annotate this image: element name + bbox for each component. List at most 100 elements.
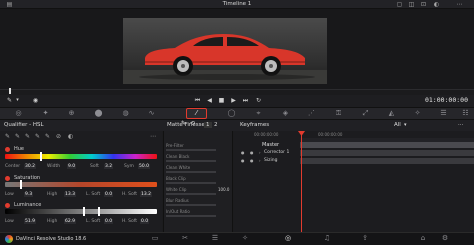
fairlight-page-icon[interactable]: ♫ — [322, 234, 332, 243]
deliver-page-icon[interactable]: ⇪ — [360, 234, 370, 243]
play-reverse-icon[interactable]: ◀ — [205, 96, 214, 105]
clip-icon[interactable]: ⊡ — [420, 1, 427, 8]
color-wheels-icon[interactable]: ⊕ — [66, 109, 77, 118]
feather-minus-icon[interactable]: ✎ — [35, 133, 40, 140]
loop-icon[interactable]: ↻ — [254, 96, 263, 105]
luminance-high-value[interactable]: 62.9 — [64, 219, 77, 224]
invert-icon[interactable]: ⊘ — [56, 133, 61, 140]
expand-chevron-icon[interactable]: › — [259, 150, 261, 155]
saturation-range-bar[interactable] — [5, 182, 157, 187]
qualifier-eyedropper-button[interactable]: ⁄ — [186, 108, 207, 119]
master-keyframe-track[interactable] — [300, 142, 474, 148]
matte-page-2[interactable]: 2 — [214, 122, 218, 128]
hue-enable-dot[interactable] — [5, 147, 10, 152]
skip-back-icon[interactable]: ⏮ — [193, 96, 202, 105]
skip-forward-icon[interactable]: ⏭ — [241, 96, 250, 105]
viewer-layout-icon[interactable]: ▤ — [6, 1, 13, 8]
keyframes-filter[interactable]: All — [394, 122, 401, 128]
keyframe-playhead[interactable] — [301, 132, 302, 232]
home-icon[interactable]: ⌂ — [418, 234, 428, 243]
keyframe-row-master[interactable]: Master — [262, 142, 279, 148]
matte-param-slider[interactable] — [166, 149, 216, 151]
saturation-high-value[interactable]: 13.3 — [64, 192, 77, 197]
play-icon[interactable]: ▶ — [229, 96, 238, 105]
hue-sym-value[interactable]: 50.0 — [138, 164, 151, 169]
luminance-lsoft-value[interactable]: 0.0 — [104, 219, 114, 224]
keyframe-row-sizing[interactable]: Sizing — [264, 158, 277, 163]
color-match-icon[interactable]: ✦ — [40, 109, 51, 118]
matte-param-slider[interactable] — [166, 193, 216, 195]
sizing-keyframe-track[interactable] — [300, 158, 474, 164]
hue-soft-value[interactable]: 3.2 — [104, 164, 114, 169]
keyframe-row-corrector[interactable]: Corrector 1 — [264, 150, 289, 155]
row-dot-icon[interactable]: ● — [250, 158, 254, 163]
saturation-lsoft-value[interactable]: 0.0 — [104, 192, 114, 197]
hue-width-value[interactable]: 9.0 — [67, 164, 77, 169]
stop-icon[interactable]: ■ — [217, 96, 226, 105]
viewer-toggle-icon[interactable]: ◉ — [31, 96, 40, 105]
feather-plus-icon[interactable]: ✎ — [45, 133, 50, 140]
matte-param-slider[interactable] — [166, 182, 216, 184]
row-dot-icon[interactable]: ● — [241, 158, 245, 163]
info-icon[interactable]: ☷ — [460, 109, 471, 118]
row-dot-icon[interactable]: ● — [250, 150, 254, 155]
hue-range-bar[interactable] — [5, 154, 157, 159]
luminance-enable-dot[interactable] — [5, 203, 10, 208]
key-icon[interactable]: ⚿ — [333, 109, 344, 118]
curves-icon[interactable]: ∿ — [146, 109, 157, 118]
blur-icon[interactable]: ⋰ — [306, 109, 317, 118]
matte-param-slider[interactable] — [166, 160, 216, 162]
hue-center-value[interactable]: 30.2 — [24, 164, 37, 169]
media-page-icon[interactable]: ▭ — [150, 234, 160, 243]
hue-range-handle[interactable] — [40, 152, 42, 161]
keyframes-options-icon[interactable]: ⋯ — [458, 122, 464, 128]
luminance-low-value[interactable]: 51.9 — [24, 219, 37, 224]
primaries-bars-icon[interactable]: ⬤ — [93, 109, 104, 118]
picker-icon[interactable]: ✎ — [5, 133, 10, 140]
scopes-icon[interactable]: ☰ — [438, 109, 449, 118]
matte-param-slider[interactable] — [166, 215, 216, 217]
sizing-icon[interactable]: ⤢ — [360, 109, 371, 118]
window-icon[interactable]: ◯ — [226, 109, 237, 118]
viewer-frame[interactable] — [123, 18, 327, 84]
qualifier-options-icon[interactable]: ⋯ — [150, 133, 156, 140]
luminance-hsoft-value[interactable]: 0.0 — [140, 219, 150, 224]
3d-icon[interactable]: ◭ — [386, 109, 397, 118]
saturation-low-handle[interactable] — [20, 180, 22, 189]
saturation-hsoft-value[interactable]: 13.2 — [140, 192, 153, 197]
matte-param-slider[interactable] — [166, 204, 216, 206]
luminance-low-handle[interactable] — [83, 207, 85, 216]
picker-plus-icon[interactable]: ✎ — [25, 133, 30, 140]
magic-mask-icon[interactable]: ◈ — [280, 109, 291, 118]
saturation-low-value[interactable]: 9.3 — [24, 192, 34, 197]
effects-icon[interactable]: ✧ — [412, 109, 423, 118]
scrub-playhead[interactable] — [9, 88, 11, 94]
row-dot-icon[interactable]: ● — [241, 150, 245, 155]
saturation-enable-dot[interactable] — [5, 176, 10, 181]
picker-tool-icon[interactable]: ✎ — [181, 120, 186, 127]
tool-dropdown-icon[interactable]: ▾ — [13, 96, 22, 105]
matte-param-slider[interactable] — [166, 171, 216, 173]
luminance-range-bar[interactable] — [5, 209, 157, 214]
matte-param-value[interactable]: 100.0 — [218, 187, 229, 192]
camera-raw-icon[interactable]: ◎ — [13, 109, 24, 118]
more-options-icon[interactable]: ⋯ — [456, 1, 463, 8]
corrector-keyframe-track[interactable] — [300, 150, 474, 156]
highlight-icon[interactable]: ◐ — [433, 1, 440, 8]
hdr-icon[interactable]: ◍ — [120, 109, 131, 118]
settings-icon[interactable]: ⚙ — [440, 234, 450, 243]
tracker-icon[interactable]: ⌖ — [253, 109, 264, 118]
matte-page-1[interactable]: 1 — [204, 122, 212, 128]
viewer-options-icon[interactable]: ▢ — [396, 1, 403, 8]
expand-chevron-icon[interactable]: › — [259, 158, 261, 163]
picker-minus-icon[interactable]: ✎ — [15, 133, 20, 140]
color-page-icon[interactable]: ◎ — [283, 234, 293, 243]
fusion-page-icon[interactable]: ✧ — [240, 234, 250, 243]
reset-icon[interactable]: ⟲ — [190, 120, 195, 127]
cut-page-icon[interactable]: ✂ — [180, 234, 190, 243]
edit-page-icon[interactable]: ☰ — [210, 234, 220, 243]
split-screen-icon[interactable]: ◫ — [408, 1, 415, 8]
highlight-mode-icon[interactable]: ◐ — [68, 133, 73, 140]
luminance-high-handle[interactable] — [98, 207, 100, 216]
filter-dropdown-icon[interactable]: ▾ — [404, 122, 407, 128]
